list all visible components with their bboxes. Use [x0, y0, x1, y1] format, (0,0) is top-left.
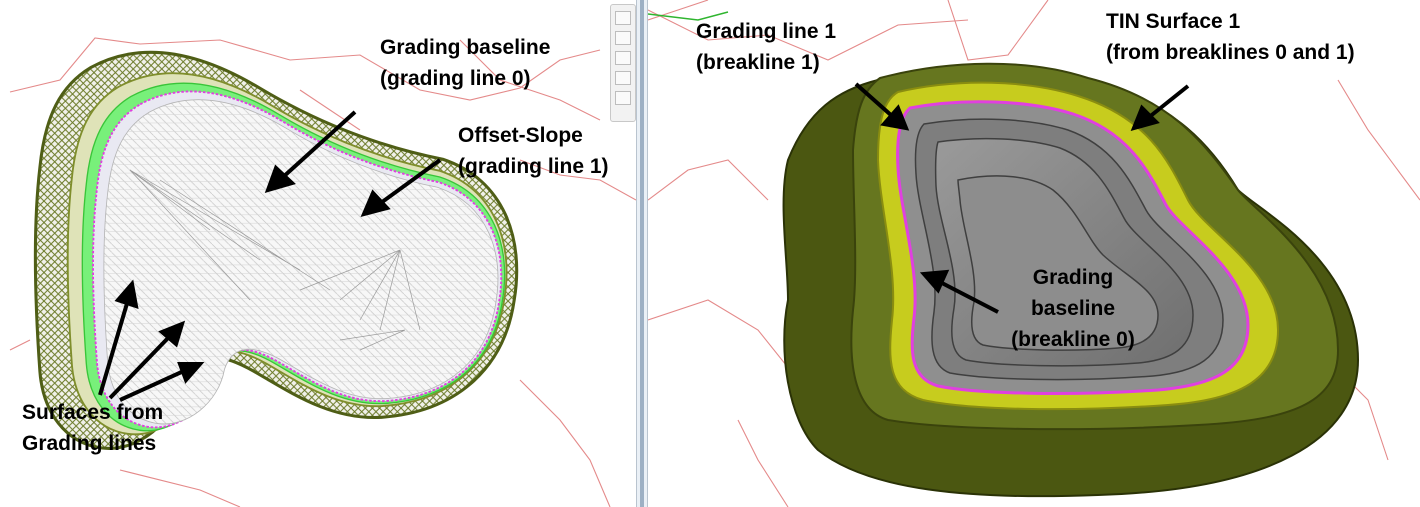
grading-line-1-label: Grading line 1 (breakline 1) — [696, 20, 837, 74]
viewport-splitter[interactable] — [636, 0, 648, 507]
navigation-bar-icon[interactable] — [610, 4, 636, 122]
plan-view-panel: Grading baseline (grading line 0) Offset… — [0, 0, 636, 507]
surfaces-label: Surfaces from Grading lines — [22, 401, 164, 455]
grading-baseline-label: Grading baseline (grading line 0) — [380, 36, 551, 90]
tin-surface-label: TIN Surface 1 (from breaklines 0 and 1) — [1106, 10, 1355, 64]
grading-baseline-3d-label: Grading baseline (breakline 0) — [1011, 266, 1135, 351]
3d-view-panel: Grading line 1 (breakline 1) TIN Surface… — [648, 0, 1420, 507]
offset-slope-label: Offset-Slope (grading line 1) — [458, 124, 609, 178]
